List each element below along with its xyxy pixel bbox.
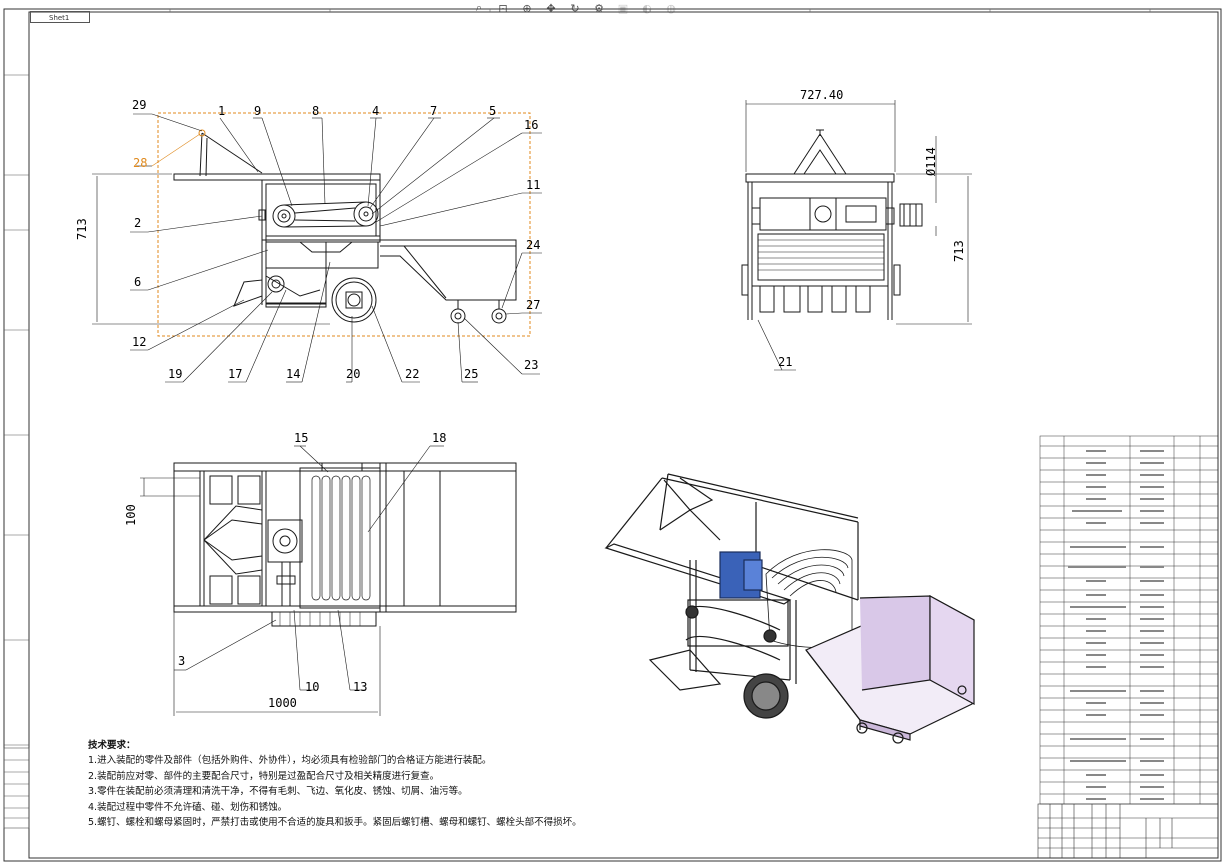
drawing-sheet bbox=[3, 8, 1222, 862]
balloon-10[interactable]: 10 bbox=[305, 680, 319, 694]
dim-top-offset: 100 bbox=[124, 504, 138, 526]
technical-requirements: 技术要求： 1.进入装配的零件及部件（包括外购件、外协件），均必须具有检验部门的… bbox=[88, 738, 582, 830]
balloon-20[interactable]: 20 bbox=[346, 367, 360, 381]
balloon-27[interactable]: 27 bbox=[526, 298, 540, 312]
balloon-19[interactable]: 19 bbox=[168, 367, 182, 381]
title-block bbox=[1037, 803, 1219, 859]
balloon-24[interactable]: 24 bbox=[526, 238, 540, 252]
balloon-28-selected[interactable]: 28 bbox=[133, 156, 147, 170]
note-item: 1.进入装配的零件及部件（包括外购件、外协件），均必须具有检验部门的合格证方能进… bbox=[88, 755, 492, 767]
balloon-4[interactable]: 4 bbox=[372, 104, 379, 118]
left-margin-strip bbox=[3, 74, 30, 829]
balloon-29[interactable]: 29 bbox=[132, 98, 146, 112]
balloon-2[interactable]: 2 bbox=[134, 216, 141, 230]
sheet-tab[interactable]: Shet1 bbox=[30, 11, 90, 23]
side-view bbox=[741, 100, 972, 371]
balloon-9[interactable]: 9 bbox=[254, 104, 261, 118]
balloon-15[interactable]: 15 bbox=[294, 431, 308, 445]
balloon-1[interactable]: 1 bbox=[218, 104, 225, 118]
isometric-view bbox=[604, 473, 975, 744]
note-item: 3.零件在装配前必须清理和清洗干净，不得有毛刺、飞边、氧化皮、锈蚀、切屑、油污等… bbox=[88, 786, 468, 798]
balloon-12[interactable]: 12 bbox=[132, 335, 146, 349]
note-item: 4.装配过程中零件不允许磕、碰、划伤和锈蚀。 bbox=[88, 801, 288, 813]
balloon-13[interactable]: 13 bbox=[353, 680, 367, 694]
dim-top-length: 1000 bbox=[268, 696, 297, 710]
balloon-8[interactable]: 8 bbox=[312, 104, 319, 118]
bom-table-text-marks bbox=[1068, 450, 1164, 800]
dim-front-height: 713 bbox=[75, 218, 89, 240]
balloon-11[interactable]: 11 bbox=[526, 178, 540, 192]
note-item: 2.装配前应对零、部件的主要配合尺寸，特别是过盈配合尺寸及相关精度进行复查。 bbox=[88, 770, 440, 782]
balloon-23[interactable]: 23 bbox=[524, 358, 538, 372]
dim-side-diameter: Ø114 bbox=[924, 147, 938, 176]
balloon-5[interactable]: 5 bbox=[489, 104, 496, 118]
bom-table bbox=[1039, 435, 1219, 805]
notes-title: 技术要求： bbox=[88, 740, 136, 751]
balloon-7[interactable]: 7 bbox=[430, 104, 437, 118]
balloon-14[interactable]: 14 bbox=[286, 367, 300, 381]
front-view bbox=[92, 112, 542, 383]
balloon-17[interactable]: 17 bbox=[228, 367, 242, 381]
balloon-18[interactable]: 18 bbox=[432, 431, 446, 445]
top-view bbox=[140, 445, 517, 716]
selection-box bbox=[157, 112, 531, 337]
balloon-6[interactable]: 6 bbox=[134, 275, 141, 289]
outer-border bbox=[3, 8, 1222, 862]
balloon-21[interactable]: 21 bbox=[778, 355, 792, 369]
note-item: 5.螺钉、螺栓和螺母紧固时，严禁打击或使用不合适的旋具和扳手。紧固后螺钉槽、螺母… bbox=[88, 817, 582, 829]
balloon-25[interactable]: 25 bbox=[464, 367, 478, 381]
balloon-3[interactable]: 3 bbox=[178, 654, 185, 668]
dim-side-width: 727.40 bbox=[800, 88, 844, 102]
dim-side-height: 713 bbox=[952, 240, 966, 262]
balloon-22[interactable]: 22 bbox=[405, 367, 419, 381]
balloon-16[interactable]: 16 bbox=[524, 118, 538, 132]
